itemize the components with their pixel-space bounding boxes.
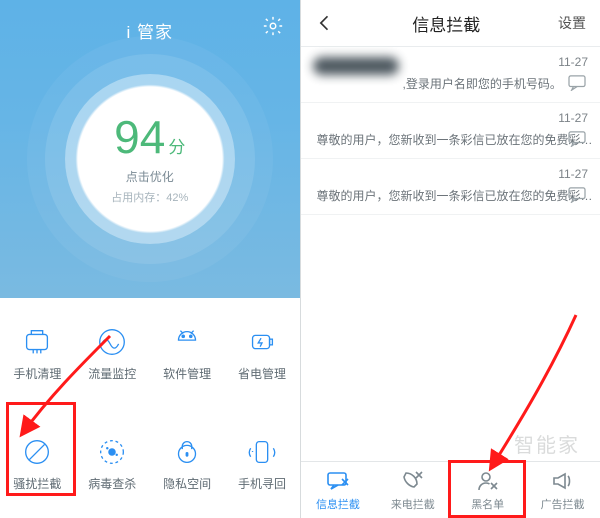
top-bar: 信息拦截 设置 — [301, 0, 600, 47]
feature-app-manage[interactable]: 软件管理 — [150, 298, 225, 408]
page-title: 信息拦截 — [412, 11, 480, 36]
sender-redacted — [313, 57, 399, 75]
score-value: 94分 — [114, 114, 185, 160]
feature-find-phone[interactable]: 手机寻回 — [225, 408, 300, 518]
hero: i 管家 94分 点击优化 占用内存：42% — [0, 0, 300, 298]
message-item[interactable]: 尊敬的用户，您新收到一条彩信已放在您的免费彩… 11-27 — [301, 159, 600, 215]
message-preview: 尊敬的用户，您新收到一条彩信已放在您的免费彩… — [317, 187, 593, 204]
message-item[interactable]: ,登录用户名即您的手机号码。 11-27 — [301, 47, 600, 103]
message-item[interactable]: 尊敬的用户，您新收到一条彩信已放在您的免费彩… 11-27 — [301, 103, 600, 159]
msg-block-icon — [326, 469, 350, 493]
call-block-icon — [401, 469, 425, 493]
tab-label: 来电拦截 — [391, 496, 435, 512]
feature-label: 隐私空间 — [163, 475, 211, 492]
gear-icon[interactable] — [262, 15, 284, 37]
tab-msg-block[interactable]: 信息拦截 — [301, 462, 376, 518]
message-icon — [568, 75, 586, 91]
feature-label: 软件管理 — [163, 365, 211, 382]
annotation-arrow — [481, 310, 600, 485]
imanager-home-screen: i 管家 94分 点击优化 占用内存：42% 手机清理 流量监控 软件管理 — [0, 0, 300, 518]
back-icon[interactable] — [315, 13, 335, 33]
feature-label: 手机寻回 — [238, 475, 286, 492]
feature-privacy-space[interactable]: 隐私空间 — [150, 408, 225, 518]
tab-label: 信息拦截 — [316, 496, 360, 512]
android-icon — [170, 325, 204, 359]
feature-label: 骚扰拦截 — [13, 475, 61, 492]
message-list: ,登录用户名即您的手机号码。 11-27 尊敬的用户，您新收到一条彩信已放在您的… — [301, 47, 600, 215]
memory-usage: 占用内存：42% — [111, 189, 188, 205]
optimize-score-ring[interactable]: 94分 点击优化 占用内存：42% — [65, 74, 235, 244]
lock-icon — [170, 435, 204, 469]
message-preview: 尊敬的用户，您新收到一条彩信已放在您的免费彩… — [317, 131, 593, 148]
message-icon — [568, 131, 586, 147]
message-preview: ,登录用户名即您的手机号码。 — [403, 75, 589, 92]
settings-link[interactable]: 设置 — [558, 13, 586, 33]
message-time: 11-27 — [558, 55, 588, 69]
tab-call-block[interactable]: 来电拦截 — [375, 462, 450, 518]
optimize-hint: 点击优化 — [126, 168, 174, 185]
feature-label: 病毒查杀 — [88, 475, 136, 492]
message-time: 11-27 — [558, 111, 588, 125]
feature-power-save[interactable]: 省电管理 — [225, 298, 300, 408]
app-title: i 管家 — [0, 18, 300, 43]
message-time: 11-27 — [558, 167, 588, 181]
message-block-screen: 信息拦截 设置 ,登录用户名即您的手机号码。 11-27 尊敬的用户，您新收到一… — [300, 0, 600, 518]
feature-label: 省电管理 — [238, 365, 286, 382]
message-icon — [568, 187, 586, 203]
tab-label: 广告拦截 — [541, 496, 585, 512]
battery-icon — [245, 325, 279, 359]
locate-icon — [245, 435, 279, 469]
